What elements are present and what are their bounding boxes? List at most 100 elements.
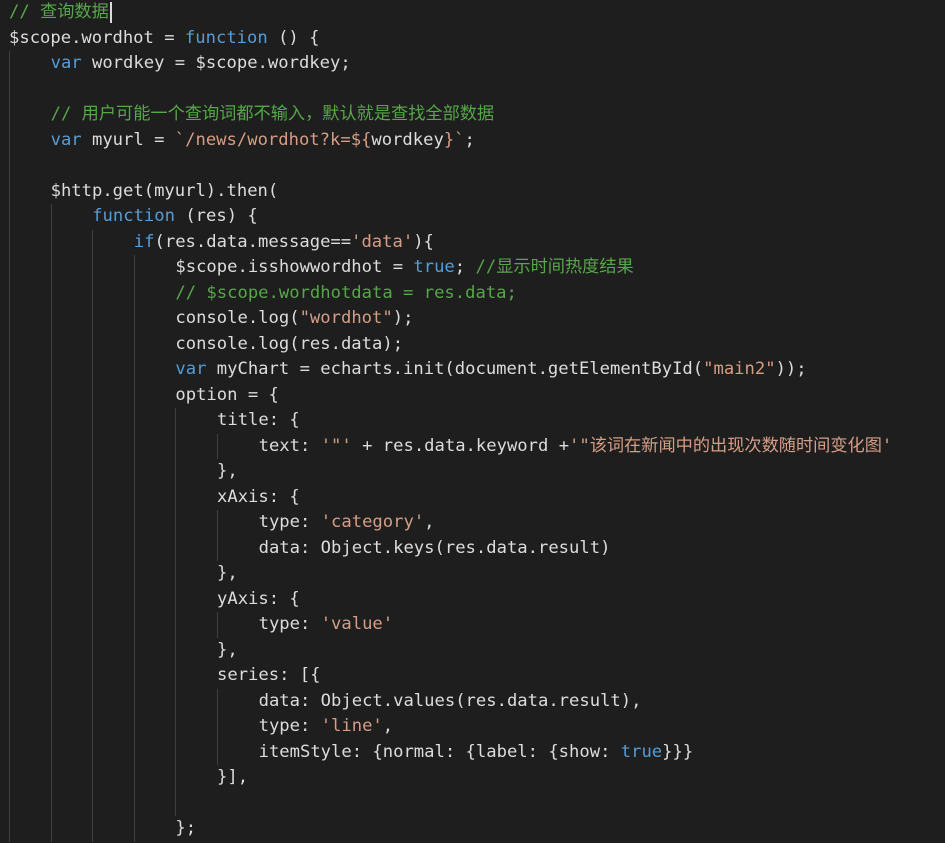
code-line[interactable]: var myurl = `/news/wordhot?k=${wordkey}`… bbox=[0, 127, 945, 153]
code-line[interactable]: // 查询数据 bbox=[0, 0, 945, 26]
indent-guide bbox=[92, 663, 94, 689]
indent-guide bbox=[217, 714, 218, 740]
indent-guide bbox=[9, 484, 10, 510]
code-line-content: text: '"' + res.data.keyword +'"该词在新闻中的出… bbox=[9, 435, 893, 456]
code-token: text: bbox=[258, 435, 321, 456]
code-line[interactable]: }, bbox=[0, 561, 945, 587]
code-token: () { bbox=[267, 27, 320, 48]
indent-guide bbox=[92, 612, 94, 638]
code-line[interactable] bbox=[0, 790, 945, 816]
code-line-content: xAxis: { bbox=[9, 487, 300, 507]
code-token: var bbox=[50, 129, 82, 150]
code-line-content: option = { bbox=[9, 385, 278, 405]
code-line[interactable]: type: 'value' bbox=[0, 612, 945, 638]
indent-guide bbox=[175, 586, 177, 612]
code-line-content: function (res) { bbox=[9, 206, 258, 226]
code-line[interactable]: yAxis: { bbox=[0, 586, 945, 612]
code-line[interactable]: }; bbox=[0, 816, 945, 842]
indent-guide bbox=[50, 765, 52, 791]
code-line-content: $http.get(myurl).then( bbox=[9, 181, 279, 201]
indent-guide bbox=[92, 765, 94, 791]
code-line[interactable]: title: { bbox=[0, 408, 945, 434]
code-line[interactable]: // 用户可能一个查询词都不输入，默认就是查找全部数据 bbox=[0, 102, 945, 128]
code-line[interactable]: $scope.wordhot = function () { bbox=[0, 26, 945, 52]
code-line[interactable]: data: Object.values(res.data.result), bbox=[0, 688, 945, 714]
code-line[interactable]: function (res) { bbox=[0, 204, 945, 230]
code-token: xAxis: { bbox=[217, 486, 300, 507]
code-line[interactable]: text: '"' + res.data.keyword +'"该词在新闻中的出… bbox=[0, 433, 945, 459]
indent-guide bbox=[50, 229, 52, 255]
indent-guide bbox=[217, 535, 218, 561]
code-line[interactable]: type: 'category', bbox=[0, 510, 945, 536]
indent-guide bbox=[9, 688, 10, 714]
indent-guide bbox=[133, 663, 135, 689]
code-line[interactable]: }, bbox=[0, 637, 945, 663]
indent-guide bbox=[9, 510, 10, 536]
indent-guide bbox=[9, 586, 10, 612]
code-line[interactable]: var myChart = echarts.init(document.getE… bbox=[0, 357, 945, 383]
code-line[interactable]: option = { bbox=[0, 382, 945, 408]
indent-guide bbox=[133, 612, 135, 638]
code-line[interactable] bbox=[0, 76, 945, 102]
indent-guide bbox=[217, 612, 218, 638]
code-line-content: $scope.isshowwordhot = true; //显示时间热度结果 bbox=[9, 257, 634, 277]
code-token: "main2" bbox=[703, 359, 776, 379]
code-token: }, bbox=[217, 639, 238, 660]
code-token: '"' bbox=[320, 435, 352, 456]
indent-guide bbox=[9, 229, 10, 255]
indent-guide bbox=[175, 510, 177, 536]
code-line[interactable]: var wordkey = $scope.wordkey; bbox=[0, 51, 945, 77]
code-token: 'data' bbox=[351, 231, 414, 252]
indent-guide bbox=[9, 739, 10, 765]
code-token: wordkey bbox=[371, 129, 444, 150]
indent-guide bbox=[9, 637, 10, 663]
indent-guide bbox=[9, 714, 10, 740]
code-line[interactable]: xAxis: { bbox=[0, 484, 945, 510]
code-line[interactable]: itemStyle: {normal: {label: {show: true}… bbox=[0, 739, 945, 765]
indent-guide bbox=[133, 535, 135, 561]
indent-guide bbox=[217, 739, 218, 765]
indent-guide bbox=[175, 408, 177, 434]
indent-guide bbox=[50, 535, 52, 561]
indent-guide bbox=[50, 357, 52, 383]
code-token: console.log( bbox=[175, 308, 300, 328]
code-line-content: type: 'line', bbox=[9, 716, 394, 736]
indent-guide bbox=[50, 816, 52, 842]
code-token: ); bbox=[392, 308, 414, 328]
indent-guide bbox=[9, 306, 10, 332]
code-line[interactable]: console.log(res.data); bbox=[0, 331, 945, 357]
indent-guide bbox=[133, 306, 135, 332]
code-line[interactable]: }], bbox=[0, 765, 945, 791]
code-line-content: if(res.data.message=='data'){ bbox=[9, 232, 434, 252]
code-line[interactable]: data: Object.keys(res.data.result) bbox=[0, 535, 945, 561]
code-token: (res.data.message== bbox=[154, 231, 352, 252]
code-editor[interactable]: // 查询数据 $scope.wordhot = function () { var… bbox=[0, 0, 945, 843]
code-line-content: console.log("wordhot"); bbox=[9, 308, 413, 328]
code-line[interactable] bbox=[0, 153, 945, 179]
code-token: ; bbox=[464, 129, 475, 150]
code-token: // $scope.wordhotdata = res.data; bbox=[175, 282, 517, 303]
code-line[interactable]: // $scope.wordhotdata = res.data; bbox=[0, 280, 945, 306]
code-line[interactable]: }, bbox=[0, 459, 945, 485]
indent-guide bbox=[133, 408, 135, 434]
code-line[interactable]: if(res.data.message=='data'){ bbox=[0, 229, 945, 255]
code-line[interactable]: console.log("wordhot"); bbox=[0, 306, 945, 332]
code-token: type: bbox=[258, 512, 321, 532]
code-token: '"该词在新闻中的出现次数随时间变化图' bbox=[569, 435, 893, 456]
indent-guide bbox=[175, 790, 177, 816]
code-line-content bbox=[9, 793, 217, 813]
code-line[interactable]: type: 'line', bbox=[0, 714, 945, 740]
code-line[interactable]: $scope.isshowwordhot = true; //显示时间热度结果 bbox=[0, 255, 945, 281]
code-line[interactable]: series: [{ bbox=[0, 663, 945, 689]
code-token: yAxis: { bbox=[217, 588, 300, 609]
code-token: `/news/wordhot?k=${ bbox=[174, 129, 372, 150]
code-line-content: }, bbox=[9, 563, 238, 583]
code-token: // 查询数据 bbox=[9, 2, 109, 22]
indent-guide bbox=[9, 280, 10, 306]
code-token: //显示时间热度结果 bbox=[475, 257, 634, 277]
code-token: series: [{ bbox=[217, 665, 321, 685]
code-line-content: $scope.wordhot = function () { bbox=[9, 28, 319, 48]
code-line[interactable]: $http.get(myurl).then( bbox=[0, 178, 945, 204]
indent-guide bbox=[175, 663, 177, 689]
indent-guide bbox=[9, 535, 10, 561]
